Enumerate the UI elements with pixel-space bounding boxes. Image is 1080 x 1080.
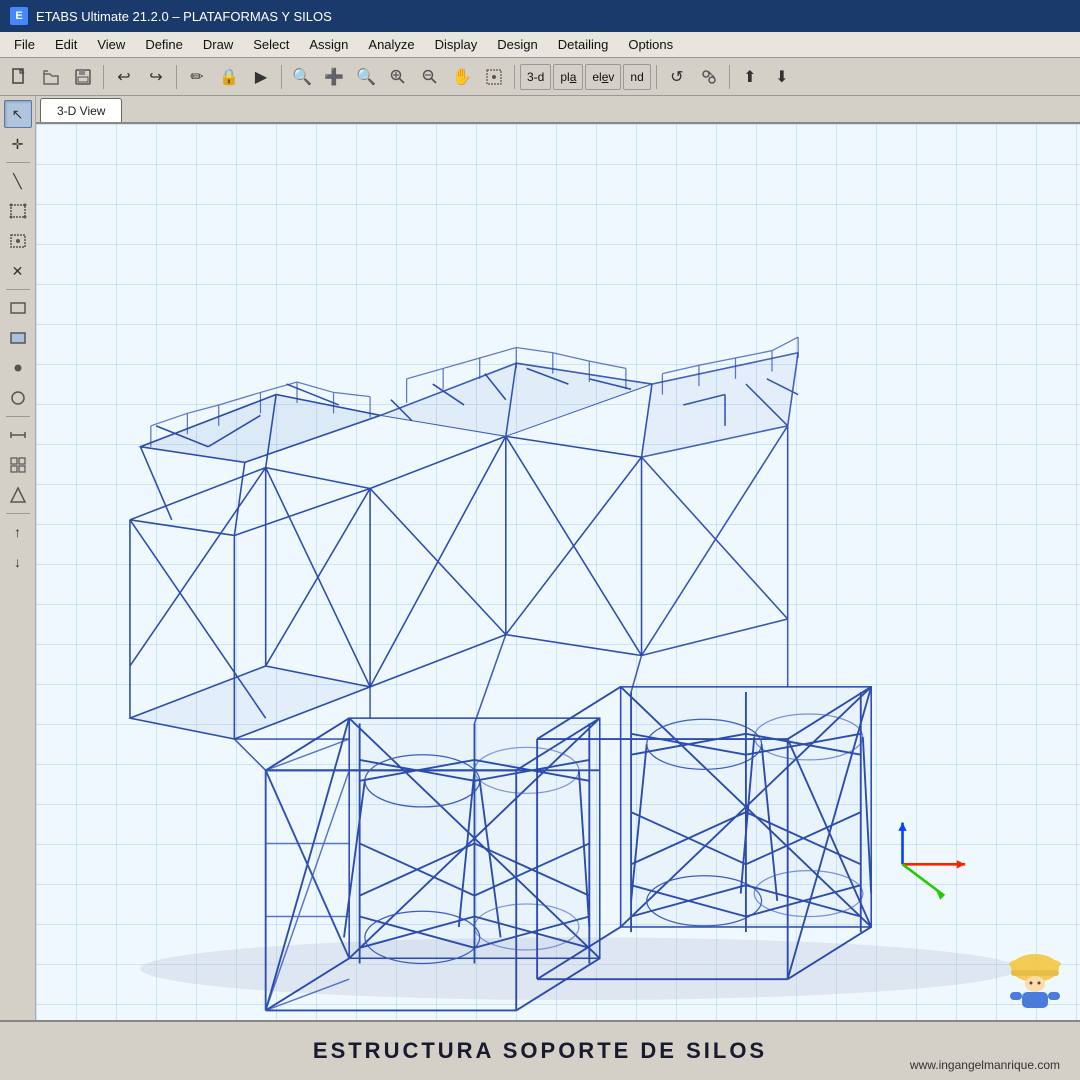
open-button[interactable] (36, 62, 66, 92)
pan-button[interactable]: ✋ (447, 62, 477, 92)
draw-frame-tool[interactable] (4, 294, 32, 322)
menu-design[interactable]: Design (487, 34, 547, 55)
grid-tool[interactable] (4, 451, 32, 479)
menu-define[interactable]: Define (135, 34, 193, 55)
zoom-window-button[interactable] (383, 62, 413, 92)
measure-tool[interactable] (4, 421, 32, 449)
run-button[interactable]: ▶ (246, 62, 276, 92)
toolbar-sep-3 (281, 65, 282, 89)
menu-display[interactable]: Display (425, 34, 488, 55)
view-3d-button[interactable]: 3-d (520, 64, 551, 90)
lt-sep-3 (6, 416, 30, 417)
canvas-area[interactable] (36, 124, 1080, 1020)
menu-file[interactable]: File (4, 34, 45, 55)
view-nd-button[interactable]: nd (623, 64, 650, 90)
draw-area-tool[interactable] (4, 324, 32, 352)
footer: ESTRUCTURA SOPORTE DE SILOS www.ingangel… (0, 1020, 1080, 1080)
left-toolbar: ↖ ✛ ╲ ✕ ↑ (0, 96, 36, 1020)
lock-button[interactable]: 🔒 (214, 62, 244, 92)
menu-detailing[interactable]: Detailing (548, 34, 619, 55)
toolbar-sep-5 (656, 65, 657, 89)
toolbar-sep-6 (729, 65, 730, 89)
lt-sep-1 (6, 162, 30, 163)
select-pointer-tool[interactable]: ↖ (4, 100, 32, 128)
window-title: ETABS Ultimate 21.2.0 – PLATAFORMAS Y SI… (36, 9, 332, 24)
zoom-out-button[interactable]: 🔍 (351, 62, 381, 92)
footer-website: www.ingangelmanrique.com (910, 1058, 1060, 1072)
view-tab-3d[interactable]: 3-D View (40, 98, 122, 122)
zoom-fit-button[interactable]: 🔍 (287, 62, 317, 92)
triangle-tool[interactable] (4, 481, 32, 509)
move-down-tool[interactable]: ↓ (4, 548, 32, 576)
move-down-button[interactable]: ⬇ (767, 62, 797, 92)
draw-tool-button[interactable]: ✏ (182, 62, 212, 92)
zoom-in-button[interactable]: ➕ (319, 62, 349, 92)
zoom-minus-button[interactable] (415, 62, 445, 92)
view-area: 3-D View (36, 96, 1080, 1020)
lt-sep-4 (6, 513, 30, 514)
menu-draw[interactable]: Draw (193, 34, 243, 55)
app-icon: E (10, 7, 28, 25)
new-button[interactable] (4, 62, 34, 92)
view-plan-button[interactable]: pla (553, 64, 583, 90)
undo-button[interactable]: ↩ (109, 62, 139, 92)
main-area: ↖ ✛ ╲ ✕ ↑ (0, 96, 1080, 1020)
lt-sep-2 (6, 289, 30, 290)
toolbar-sep-2 (176, 65, 177, 89)
select-cross-tool[interactable]: ✕ (4, 257, 32, 285)
view-tab-bar: 3-D View (36, 96, 1080, 124)
select-intersect-tool[interactable] (4, 227, 32, 255)
draw-circle-tool[interactable] (4, 384, 32, 412)
menu-analyze[interactable]: Analyze (358, 34, 424, 55)
draw-line-tool[interactable]: ╲ (4, 167, 32, 195)
menu-select[interactable]: Select (243, 34, 299, 55)
move-up-button[interactable]: ⬆ (735, 62, 765, 92)
menu-edit[interactable]: Edit (45, 34, 87, 55)
pan-tool[interactable]: ✛ (4, 130, 32, 158)
save-button[interactable] (68, 62, 98, 92)
menu-view[interactable]: View (87, 34, 135, 55)
draw-node-tool[interactable] (4, 354, 32, 382)
titlebar: E ETABS Ultimate 21.2.0 – PLATAFORMAS Y … (0, 0, 1080, 32)
redo-button[interactable]: ↪ (141, 62, 171, 92)
footer-title: ESTRUCTURA SOPORTE DE SILOS (313, 1038, 767, 1064)
section-cut-button[interactable] (694, 62, 724, 92)
toolbar-sep-1 (103, 65, 104, 89)
toolbar-sep-4 (514, 65, 515, 89)
select-all-button[interactable] (479, 62, 509, 92)
structure-model (36, 124, 1080, 1020)
menu-assign[interactable]: Assign (299, 34, 358, 55)
menu-options[interactable]: Options (618, 34, 683, 55)
view-elev-button[interactable]: elev (585, 64, 621, 90)
menubar: File Edit View Define Draw Select Assign… (0, 32, 1080, 58)
move-up-tool[interactable]: ↑ (4, 518, 32, 546)
undo2-button[interactable]: ↺ (662, 62, 692, 92)
select-rect-tool[interactable] (4, 197, 32, 225)
toolbar: ↩ ↪ ✏ 🔒 ▶ 🔍 ➕ 🔍 ✋ 3-d pla elev nd ↺ ⬆ ⬇ (0, 58, 1080, 96)
engineer-watermark (1000, 940, 1070, 1010)
